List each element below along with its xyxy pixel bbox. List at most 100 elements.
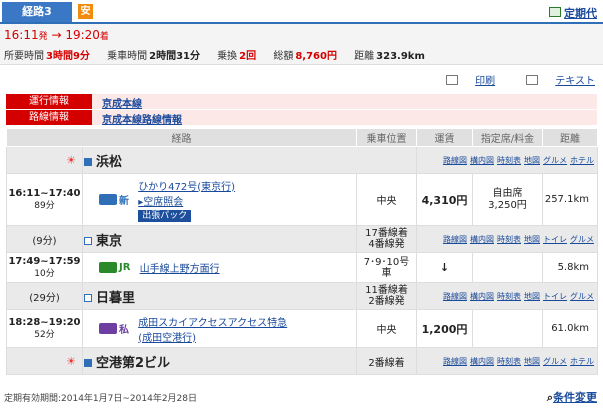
- station-link[interactable]: グルメ: [543, 357, 567, 366]
- station-marker-icon: [84, 358, 92, 367]
- route-summary: 16:11発 → 19:20着 所要時間 3時間9分 乗車時間 2時間31分 乗換 2…: [0, 24, 603, 65]
- station-link[interactable]: 構内図: [470, 235, 494, 244]
- station-link[interactable]: 地図: [524, 235, 540, 244]
- total-label: 総額: [273, 51, 294, 62]
- station-link[interactable]: ホテル: [570, 357, 594, 366]
- station-link[interactable]: 構内図: [470, 292, 494, 301]
- station-link[interactable]: 時刻表: [497, 156, 521, 165]
- departure-platform: 4番線発: [368, 239, 405, 250]
- departure-platform: 2番線発: [368, 296, 405, 307]
- arrival-platform: 2番線着: [356, 347, 417, 375]
- route-tab[interactable]: 経路3: [2, 2, 72, 22]
- segment-duration: 52分: [34, 329, 55, 340]
- station-row: (9分) 東京 17番線着 4番線発 路線図 構内図 時刻表 地図 トイレ グルメ: [6, 225, 598, 253]
- station-link[interactable]: グルメ: [543, 156, 567, 165]
- station-name[interactable]: 浜松: [96, 155, 122, 170]
- segment-time: 18:28~19:20: [8, 316, 81, 328]
- business-pack-badge[interactable]: 出張パック: [138, 209, 192, 222]
- col-route: 経路: [6, 128, 357, 147]
- station-link[interactable]: 時刻表: [497, 292, 521, 301]
- cheap-badge: 安: [78, 4, 93, 19]
- station-link[interactable]: 時刻表: [497, 235, 521, 244]
- col-position: 乗車位置: [356, 128, 417, 147]
- commuter-pass-icon: [549, 7, 561, 17]
- station-marker-icon: [84, 157, 92, 166]
- operation-info-row: 運行情報 京成本線: [6, 94, 597, 110]
- table-header: 経路 乗車位置 運賃 指定席/料金 距離: [6, 128, 598, 147]
- dep-time: 16:11: [4, 28, 39, 42]
- segment-position: 中央: [356, 309, 417, 348]
- station-link[interactable]: 地図: [524, 292, 540, 301]
- col-seat: 指定席/料金: [472, 128, 543, 147]
- distance-value: 323.9km: [376, 51, 425, 62]
- segment-position: 中央: [356, 173, 417, 226]
- station-link[interactable]: 路線図: [443, 357, 467, 366]
- segment-time: 17:49~17:59: [8, 255, 81, 267]
- print-label[interactable]: 印刷: [475, 76, 495, 87]
- route-stats: 所要時間 3時間9分 乗車時間 2時間31分 乗換 2回 総額 8,760円 距離 323…: [4, 47, 425, 62]
- time-arrow: →: [51, 28, 62, 42]
- station-link[interactable]: グルメ: [570, 235, 594, 244]
- segment-row: 16:11~17:40 89分 新 ひかり472号(東京行) ▸空席照会 出張パッ…: [6, 173, 598, 226]
- transfer-value: 2回: [239, 51, 257, 62]
- line-name-link[interactable]: 成田スカイアクセスアクセス特急: [138, 318, 287, 329]
- segment-distance: 61.0km: [542, 309, 598, 348]
- line-info-link[interactable]: 京成本線路線情報: [102, 111, 182, 126]
- station-link[interactable]: トイレ: [543, 235, 567, 244]
- print-link[interactable]: 印刷: [432, 75, 495, 87]
- line-name-link[interactable]: 山手線上野方面行: [140, 260, 220, 275]
- segment-duration: 89分: [34, 200, 55, 211]
- station-link[interactable]: トイレ: [543, 292, 567, 301]
- line-name-link[interactable]: ひかり472号(東京行): [138, 182, 235, 193]
- printer-icon: [446, 75, 459, 85]
- segment-position: 7･9･10号: [363, 256, 410, 268]
- line-info-row: 路線情報 京成本線路線情報: [6, 110, 597, 126]
- tools-bar: 印刷 テキスト: [418, 72, 595, 87]
- train-type: 新: [119, 196, 129, 207]
- segment-row: 18:28~19:20 52分 私 成田スカイアクセスアクセス特急 (成田空港行)…: [6, 309, 598, 348]
- train-type: JR: [119, 262, 131, 273]
- teiki-link-label[interactable]: 定期代: [564, 7, 597, 20]
- fare-continue-arrow: ↓: [416, 252, 473, 283]
- station-link[interactable]: 構内図: [470, 156, 494, 165]
- change-conditions-label[interactable]: 条件変更: [553, 391, 597, 404]
- line-info-label: 路線情報: [6, 110, 92, 125]
- line-destination-link[interactable]: (成田空港行): [138, 333, 196, 344]
- station-link[interactable]: グルメ: [570, 292, 594, 301]
- text-label[interactable]: テキスト: [555, 76, 595, 87]
- shinkansen-icon: [99, 194, 117, 205]
- change-conditions-link[interactable]: ⌕条件変更: [547, 389, 597, 405]
- station-link[interactable]: 路線図: [443, 292, 467, 301]
- station-link[interactable]: 路線図: [443, 156, 467, 165]
- station-link[interactable]: ホテル: [570, 156, 594, 165]
- station-marker-icon: [84, 236, 92, 245]
- station-link[interactable]: 地図: [524, 357, 540, 366]
- sun-icon: ☀: [66, 153, 76, 167]
- arr-suffix: 着: [99, 32, 109, 42]
- private-railway-icon: [99, 323, 117, 334]
- station-row: (29分) 日暮里 11番線着 2番線発 路線図 構内図 時刻表 地図 トイレ グルメ: [6, 282, 598, 310]
- station-marker-icon: [84, 293, 92, 302]
- text-link[interactable]: テキスト: [512, 75, 595, 87]
- teiki-link[interactable]: 定期代: [549, 5, 597, 21]
- station-row: ☀ 浜松 路線図 構内図 時刻表 地図 グルメ ホテル: [6, 146, 598, 174]
- station-name[interactable]: 空港第2ビル: [96, 356, 170, 371]
- arr-time: 19:20: [65, 28, 100, 42]
- station-link[interactable]: 地図: [524, 156, 540, 165]
- route-tab-bar: 経路3 安 定期代: [0, 0, 603, 24]
- required-label: 所要時間: [4, 51, 44, 62]
- station-link[interactable]: 構内図: [470, 357, 494, 366]
- station-name[interactable]: 日暮里: [96, 291, 135, 306]
- dep-suffix: 発: [38, 32, 48, 42]
- station-name[interactable]: 東京: [96, 234, 122, 249]
- seat-inquiry-link[interactable]: ▸空席照会: [138, 197, 183, 208]
- operation-info-link[interactable]: 京成本線: [102, 95, 142, 110]
- route-table: 経路 乗車位置 運賃 指定席/料金 距離 ☀ 浜松 路線図 構内図 時刻表 地図 グルメ…: [6, 128, 598, 375]
- segment-time: 16:11~17:40: [8, 187, 81, 199]
- station-link[interactable]: 時刻表: [497, 357, 521, 366]
- time-line: 16:11発 → 19:20着: [4, 28, 109, 42]
- train-type: 私: [119, 325, 129, 336]
- station-link[interactable]: 路線図: [443, 235, 467, 244]
- arrival-platform: 17番線着: [365, 228, 408, 239]
- segment-position-car: 車: [381, 267, 392, 279]
